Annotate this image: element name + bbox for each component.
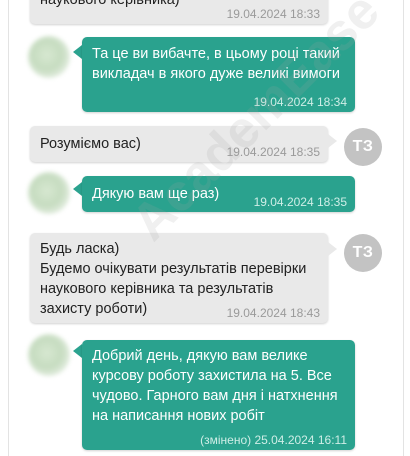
message-timestamp: 19.04.2024 18:34 (253, 95, 347, 109)
message-incoming: Розуміємо вас) 19.04.2024 18:35 (30, 126, 328, 162)
message-outgoing: Та це ви вибачте, в цьому році такий вик… (82, 37, 355, 112)
bubble-tail (328, 242, 337, 256)
message-text: Та це ви вибачте, в цьому році такий вик… (92, 46, 341, 82)
bubble-tail (328, 134, 337, 148)
message-timestamp: 19.04.2024 18:33 (226, 7, 320, 21)
operator-avatar: ТЗ (344, 234, 382, 272)
message-timestamp: (змінено) 25.04.2024 16:11 (200, 433, 347, 447)
bubble-tail (73, 344, 82, 358)
user-avatar (28, 172, 70, 214)
message-incoming: наукового керівника) 19.04.2024 18:33 (30, 0, 328, 24)
message-outgoing: Добрий день, дякую вам велике курсову ро… (82, 340, 355, 450)
operator-avatar: ТЗ (344, 128, 382, 166)
bubble-tail (73, 45, 82, 59)
message-text: Добрий день, дякую вам велике курсову ро… (92, 348, 338, 424)
message-outgoing: Дякую вам ще раз) 19.04.2024 18:35 (82, 176, 355, 212)
user-avatar (28, 334, 70, 376)
message-incoming: Будь ласка) Будемо очікувати результатів… (30, 233, 328, 323)
message-timestamp: 19.04.2024 18:35 (253, 195, 347, 209)
chat-thread[interactable]: наукового керівника) 19.04.2024 18:33 Та… (0, 0, 410, 456)
message-timestamp: 19.04.2024 18:35 (226, 145, 320, 159)
bubble-tail (73, 182, 82, 196)
message-timestamp: 19.04.2024 18:43 (226, 306, 320, 320)
user-avatar (28, 36, 70, 78)
